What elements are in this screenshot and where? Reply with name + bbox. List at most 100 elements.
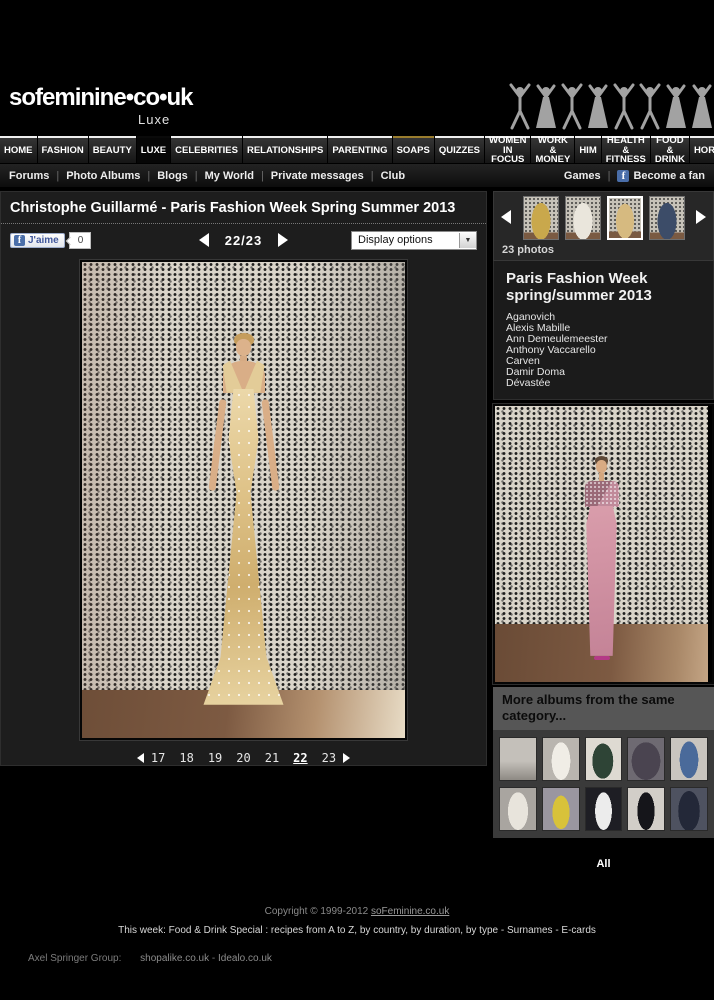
previous-photo-button[interactable]	[199, 233, 209, 247]
copyright-line: Copyright © 1999-2012 soFeminine.co.uk	[0, 906, 714, 917]
page-link-23[interactable]: 23	[322, 751, 336, 765]
album-info: Paris Fashion Weekspring/summer 2013 Aga…	[493, 261, 714, 400]
nav-item-celebrities[interactable]: CELEBRITIES	[171, 136, 242, 163]
facebook-icon: f	[617, 170, 629, 182]
main-photo[interactable]	[80, 260, 407, 740]
footer: Copyright © 1999-2012 soFeminine.co.uk T…	[0, 906, 714, 964]
pagination-prev-button[interactable]	[137, 753, 144, 763]
page-link-19[interactable]: 19	[208, 751, 222, 765]
album-thumbnail-2[interactable]	[542, 737, 580, 781]
carousel-thumbnail-look-casual-blue[interactable]	[649, 196, 685, 240]
carousel-next-button[interactable]	[696, 210, 706, 224]
nav-item-food-drink[interactable]: FOOD & DRINK	[651, 136, 689, 163]
facebook-like-button[interactable]: f J'aime	[10, 233, 65, 248]
chevron-down-icon: ▼	[459, 233, 476, 248]
album-thumbnail-9[interactable]	[627, 787, 665, 831]
page: sofeminine•co•uk Luxe HOMEFASHIONBEAUTYL…	[0, 0, 714, 1000]
all-albums-link[interactable]: All	[596, 858, 610, 870]
page-link-17[interactable]: 17	[151, 751, 165, 765]
nav-item-parenting[interactable]: PARENTING	[328, 136, 391, 163]
like-label: J'aime	[28, 235, 59, 246]
dancing-figures-graphic	[507, 83, 712, 135]
header: sofeminine•co•uk Luxe	[0, 80, 714, 136]
nav-item-fashion[interactable]: FASHION	[38, 136, 88, 163]
page-link-20[interactable]: 20	[236, 751, 250, 765]
nav-item-relationships[interactable]: RELATIONSHIPS	[243, 136, 327, 163]
facebook-icon: f	[14, 235, 25, 246]
subnav-blogs[interactable]: Blogs	[157, 170, 188, 182]
nav-item-health-fitness[interactable]: HEALTH & FITNESS	[602, 136, 650, 163]
nav-item-quizzes[interactable]: QUIZZES	[435, 136, 484, 163]
album-thumbnail-10[interactable]	[670, 787, 708, 831]
become-fan-link[interactable]: Become a fan	[633, 170, 705, 182]
album-grid	[493, 730, 714, 838]
model-pink-gown	[574, 456, 630, 660]
album-title: Paris Fashion Weekspring/summer 2013	[506, 270, 701, 304]
separator: |	[371, 170, 374, 182]
separator: |	[608, 170, 611, 182]
separator: |	[261, 170, 264, 182]
this-week-line: This week: Food & Drink Special : recipe…	[0, 925, 714, 936]
page-link-18[interactable]: 18	[179, 751, 193, 765]
gallery-panel: Christophe Guillarmé - Paris Fashion Wee…	[0, 191, 487, 766]
like-count: 0	[69, 232, 92, 249]
album-thumbnail-6[interactable]	[499, 787, 537, 831]
copyright-text: Copyright © 1999-2012	[265, 906, 371, 917]
photos-count: 23 photos	[502, 244, 709, 256]
photo-position: 22/23	[225, 233, 263, 248]
more-albums-section: More albums from the same category...	[493, 687, 714, 838]
shopalike-link[interactable]: shopalike.co.uk	[140, 953, 209, 964]
display-options-select[interactable]: Display options ▼	[351, 231, 477, 250]
model-gold-gown	[194, 333, 294, 705]
secondary-navigation: Forums | Photo Albums | Blogs | My World | Priva…	[0, 163, 714, 187]
photo-pagination: 17 18 19 20 21 22 23	[1, 751, 486, 765]
nav-item-women-in-focus[interactable]: WOMEN IN FOCUS	[485, 136, 530, 163]
carousel-thumbnail-look-gold-gown[interactable]	[607, 196, 643, 240]
main-navigation: HOMEFASHIONBEAUTYLUXECELEBRITIESRELATION…	[0, 136, 714, 163]
nav-item-soaps[interactable]: SOAPS	[393, 136, 434, 163]
sofeminine-link[interactable]: soFeminine.co.uk	[371, 906, 449, 917]
album-thumbnail-5[interactable]	[670, 737, 708, 781]
page-link-22[interactable]: 22	[293, 751, 307, 765]
gallery-toolbar: f J'aime 0 22/23 Display options ▼	[1, 224, 486, 254]
pagination-next-button[interactable]	[343, 753, 350, 763]
nav-item-beauty[interactable]: BEAUTY	[89, 136, 136, 163]
album-thumbnail-8[interactable]	[585, 787, 623, 831]
nav-item-him[interactable]: HIM	[575, 136, 600, 163]
subnav-photo-albums[interactable]: Photo Albums	[66, 170, 140, 182]
nav-item-home[interactable]: HOME	[0, 136, 37, 163]
album-thumbnail-1[interactable]	[499, 737, 537, 781]
sidebar-photo[interactable]	[493, 404, 714, 684]
display-options-label: Display options	[358, 234, 433, 246]
subnav-forums[interactable]: Forums	[9, 170, 49, 182]
carousel-prev-button[interactable]	[501, 210, 511, 224]
nav-item-horoscopes[interactable]: HOROSCOPES	[690, 136, 714, 163]
designer-link-d-vast-e[interactable]: Dévastée	[506, 378, 701, 389]
site-logo[interactable]: sofeminine•co•uk	[9, 84, 193, 112]
more-albums-heading: More albums from the same category...	[493, 687, 714, 730]
nav-item-work-money[interactable]: WORK & MONEY	[531, 136, 574, 163]
axel-springer-line: Axel Springer Group: shopalike.co.uk - I…	[0, 953, 714, 964]
subnav-club[interactable]: Club	[381, 170, 405, 182]
facebook-like-widget: f J'aime 0	[10, 232, 91, 249]
group-label: Axel Springer Group:	[28, 953, 121, 964]
album-thumbnail-4[interactable]	[627, 737, 665, 781]
album-thumbnail-3[interactable]	[585, 737, 623, 781]
thumbnail-carousel: 23 photos	[493, 191, 714, 261]
top-spacer	[0, 0, 714, 80]
page-link-21[interactable]: 21	[265, 751, 279, 765]
carousel-thumbnail-look-white-gown[interactable]	[565, 196, 601, 240]
subnav-private-messages[interactable]: Private messages	[271, 170, 364, 182]
separator: |	[56, 170, 59, 182]
subnav-my-world[interactable]: My World	[205, 170, 254, 182]
album-thumbnail-7[interactable]	[542, 787, 580, 831]
carousel-thumbnail-look-gold-short[interactable]	[523, 196, 559, 240]
community-links: Forums|Photo Albums|Blogs|My World|Priva…	[9, 170, 405, 182]
games-link[interactable]: Games	[564, 170, 601, 182]
next-photo-button[interactable]	[278, 233, 288, 247]
page-title: Christophe Guillarmé - Paris Fashion Wee…	[1, 192, 486, 224]
separator: -	[209, 953, 218, 964]
idealo-link[interactable]: Idealo.co.uk	[218, 953, 272, 964]
sidebar: 23 photos Paris Fashion Weekspring/summe…	[493, 191, 714, 872]
nav-item-luxe[interactable]: LUXE	[137, 136, 170, 163]
